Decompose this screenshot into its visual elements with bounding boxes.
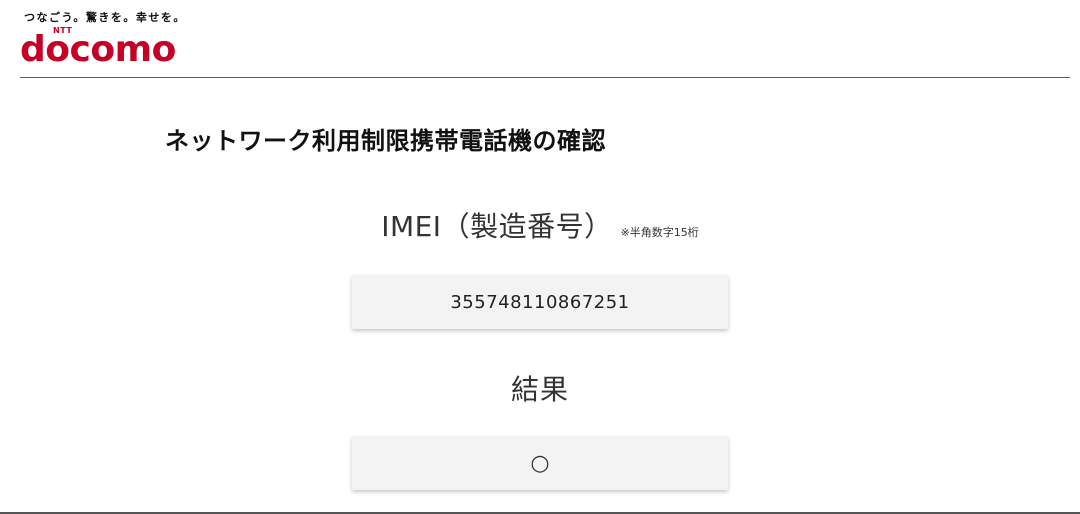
- imei-value: 355748110867251: [450, 291, 630, 313]
- logo-wordmark: docomo: [20, 29, 176, 70]
- brand-tagline: つなごう。驚きを。幸せを。: [24, 11, 186, 24]
- header-divider: [20, 77, 1070, 78]
- page-title: ネットワーク利用制限携帯電話機の確認: [165, 127, 606, 155]
- imei-field[interactable]: 355748110867251: [352, 275, 728, 329]
- docomo-logo[interactable]: NTT docomo: [20, 26, 200, 74]
- result-value: ○: [530, 450, 550, 476]
- imei-label: IMEI（製造番号）: [381, 210, 613, 243]
- result-label: 結果: [510, 373, 569, 406]
- result-field: ○: [352, 436, 728, 490]
- imei-note: ※半角数字15桁: [620, 226, 699, 239]
- site-header: つなごう。驚きを。幸せを。 NTT docomo: [0, 0, 1080, 80]
- imei-label-row: IMEI（製造番号） ※半角数字15桁: [0, 205, 1080, 245]
